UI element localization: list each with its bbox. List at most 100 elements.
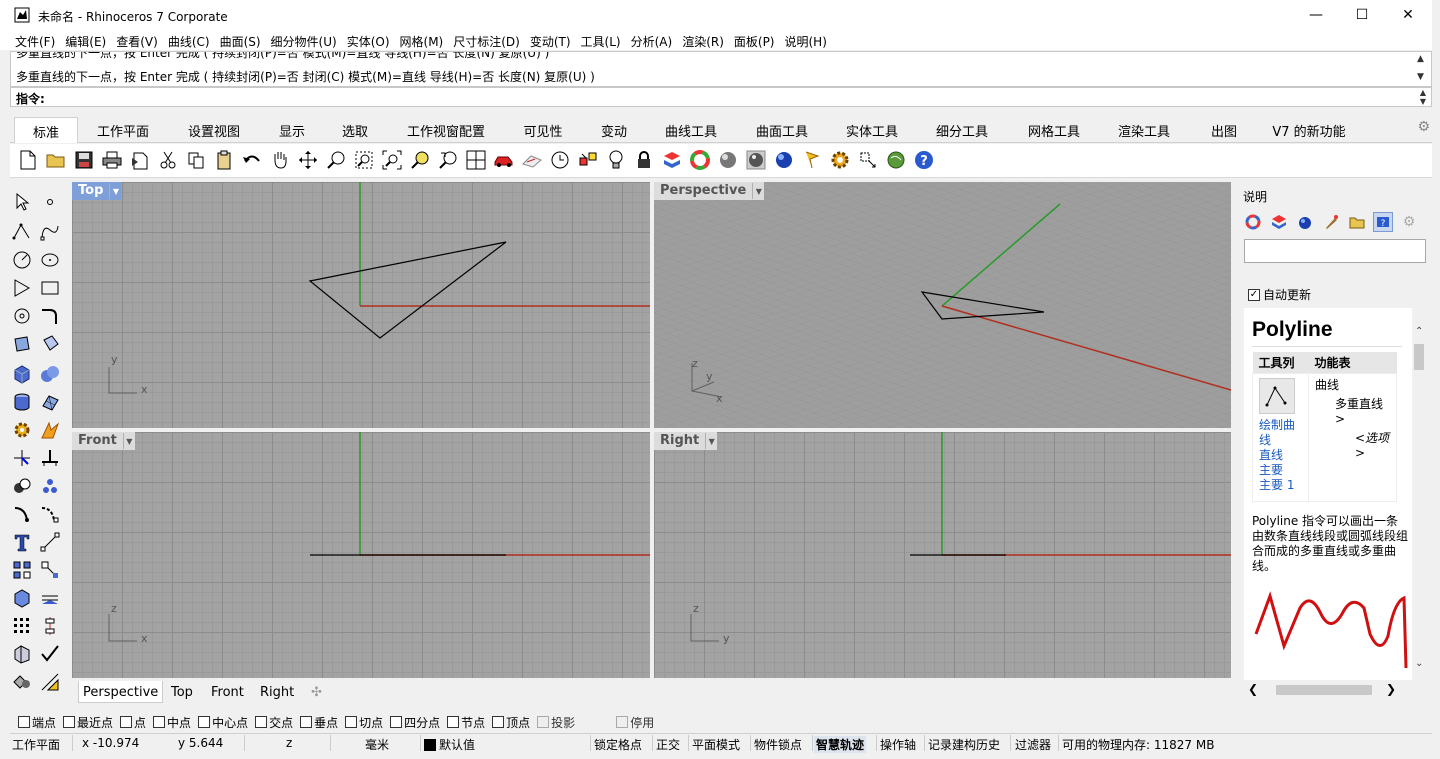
menu-subd[interactable]: 细分物件(U) — [266, 30, 342, 50]
viewport-right[interactable]: z y Right ▼ — [654, 432, 1231, 678]
properties-color-wheel-icon[interactable] — [1243, 212, 1263, 232]
checkbox-disabled-icon[interactable] — [616, 716, 629, 728]
menu-panels[interactable]: 面板(P) — [729, 30, 780, 50]
globe-icon[interactable] — [884, 148, 908, 172]
ellipse-icon[interactable] — [38, 248, 62, 272]
menu-file[interactable]: 文件(F) — [10, 30, 60, 50]
rotate-view-icon[interactable] — [296, 148, 320, 172]
status-ortho[interactable]: 正交 — [656, 736, 680, 753]
fillet-edge-icon[interactable] — [10, 502, 34, 526]
osnap-disable[interactable]: 停用 — [616, 714, 654, 731]
undo-icon[interactable] — [240, 148, 264, 172]
import-icon[interactable] — [128, 148, 152, 172]
surface-from-points-icon[interactable] — [10, 332, 34, 356]
help-panel-tab-icon[interactable]: ? — [1373, 212, 1393, 232]
osnap-near[interactable]: 最近点 — [63, 714, 113, 731]
select-arrow-icon[interactable] — [10, 190, 34, 214]
status-filter[interactable]: 过滤器 — [1015, 736, 1051, 753]
menu-mesh[interactable]: 网格(M) — [395, 30, 449, 50]
pan-hand-icon[interactable] — [268, 148, 292, 172]
viewport-tab-perspective[interactable]: Perspective — [78, 681, 164, 703]
menu-edit[interactable]: 编辑(E) — [60, 30, 111, 50]
checkbox-unchecked-icon[interactable] — [63, 716, 76, 728]
curve-icon[interactable] — [38, 220, 62, 244]
tab-solid-tools[interactable]: 实体工具 — [840, 117, 904, 143]
menu-surface[interactable]: 曲面(S) — [215, 30, 266, 50]
command-spinner-icon[interactable]: ▲ ▼ — [1417, 88, 1429, 106]
cut-icon[interactable] — [156, 148, 180, 172]
menu-transform[interactable]: 变动(T) — [525, 30, 576, 50]
help-horizontal-scrollbar[interactable]: ❮ ❯ — [1244, 682, 1412, 698]
dimension-icon[interactable] — [38, 530, 62, 554]
array-icon[interactable] — [10, 558, 34, 582]
analyze-icon[interactable] — [10, 642, 34, 666]
flag-icon[interactable] — [800, 148, 824, 172]
osnap-knot[interactable]: 节点 — [447, 714, 485, 731]
menu-solid[interactable]: 实体(O) — [342, 30, 395, 50]
scroll-right-icon[interactable]: ❯ — [1386, 682, 1396, 696]
checkbox-unchecked-icon[interactable] — [447, 716, 460, 728]
tab-visibility[interactable]: 可见性 — [518, 117, 568, 143]
viewport-tab-front[interactable]: Front — [211, 685, 244, 700]
status-gumball[interactable]: 操作轴 — [880, 736, 916, 753]
gumball-icon[interactable] — [856, 148, 880, 172]
dropdown-arrow-icon[interactable]: ▼ — [122, 433, 135, 449]
osnap-tangent[interactable]: 切点 — [345, 714, 383, 731]
point-icon[interactable] — [38, 190, 62, 214]
osnap-end[interactable]: 端点 — [18, 714, 56, 731]
checkbox-unchecked-icon[interactable] — [198, 716, 211, 728]
checkbox-unchecked-icon[interactable] — [345, 716, 358, 728]
menu-render[interactable]: 渲染(R) — [677, 30, 729, 50]
split-icon[interactable] — [38, 446, 62, 470]
osnap-mid[interactable]: 中点 — [153, 714, 191, 731]
viewport-tab-top[interactable]: Top — [171, 685, 193, 700]
four-viewports-icon[interactable] — [464, 148, 488, 172]
arc-icon[interactable] — [10, 304, 34, 328]
gear-icon[interactable]: ⚙ — [1417, 119, 1430, 135]
viewport-tab-right[interactable]: Right — [260, 685, 294, 700]
viewport-front[interactable]: z x Front ▼ — [72, 432, 650, 678]
checkbox-checked-icon[interactable]: ✓ — [1248, 288, 1260, 301]
osnap-vertex[interactable]: 顶点 — [492, 714, 530, 731]
contour-icon[interactable] — [38, 586, 62, 610]
render-blue-sphere-icon[interactable] — [772, 148, 796, 172]
check-icon[interactable] — [38, 642, 62, 666]
osnap-point[interactable]: 点 — [120, 714, 146, 731]
folder-icon[interactable] — [1347, 212, 1367, 232]
mesh-icon[interactable] — [38, 390, 62, 414]
checkbox-unchecked-icon[interactable] — [390, 716, 403, 728]
tab-display[interactable]: 显示 — [272, 117, 312, 143]
boolean-union-icon[interactable] — [10, 474, 34, 498]
layers-icon[interactable] — [1269, 212, 1289, 232]
new-file-icon[interactable] — [16, 148, 40, 172]
material-sphere-icon[interactable] — [716, 148, 740, 172]
drafting-icon[interactable] — [38, 670, 62, 694]
menu-analyze[interactable]: 分析(A) — [626, 30, 678, 50]
zoom-window-icon[interactable] — [352, 148, 376, 172]
menu-help[interactable]: 说明(H) — [780, 30, 832, 50]
rectangle-icon[interactable] — [38, 276, 62, 300]
scroll-down-icon[interactable]: ▼ — [1417, 72, 1429, 82]
tab-subd-tools[interactable]: 细分工具 — [930, 117, 994, 143]
viewport-label-top[interactable]: Top ▼ — [72, 182, 122, 200]
trim-icon[interactable] — [10, 446, 34, 470]
viewport-top[interactable]: y x Top ▼ — [72, 182, 650, 428]
tab-viewport-layout[interactable]: 工作视窗配置 — [400, 117, 492, 143]
dropdown-arrow-icon[interactable]: ▼ — [109, 183, 121, 199]
osnap-project[interactable]: 投影 — [537, 714, 575, 731]
print-icon[interactable] — [100, 148, 124, 172]
render-sphere-icon[interactable] — [744, 148, 768, 172]
osnap-center[interactable]: 中心点 — [198, 714, 248, 731]
scroll-thumb[interactable] — [1276, 685, 1372, 695]
status-cplane[interactable]: 工作平面 — [12, 736, 60, 753]
blend-curve-icon[interactable] — [38, 502, 62, 526]
copy-icon[interactable] — [184, 148, 208, 172]
tab-mesh-tools[interactable]: 网格工具 — [1022, 117, 1086, 143]
toolbar-link[interactable]: 主要 1 — [1259, 478, 1302, 493]
checkbox-disabled-icon[interactable] — [537, 716, 550, 728]
select-by-color-icon[interactable] — [576, 148, 600, 172]
paste-icon[interactable] — [212, 148, 236, 172]
tab-new-in-v7[interactable]: V7 的新功能 — [1268, 117, 1350, 143]
clock-icon[interactable] — [548, 148, 572, 172]
viewport-label-front[interactable]: Front ▼ — [72, 432, 135, 450]
